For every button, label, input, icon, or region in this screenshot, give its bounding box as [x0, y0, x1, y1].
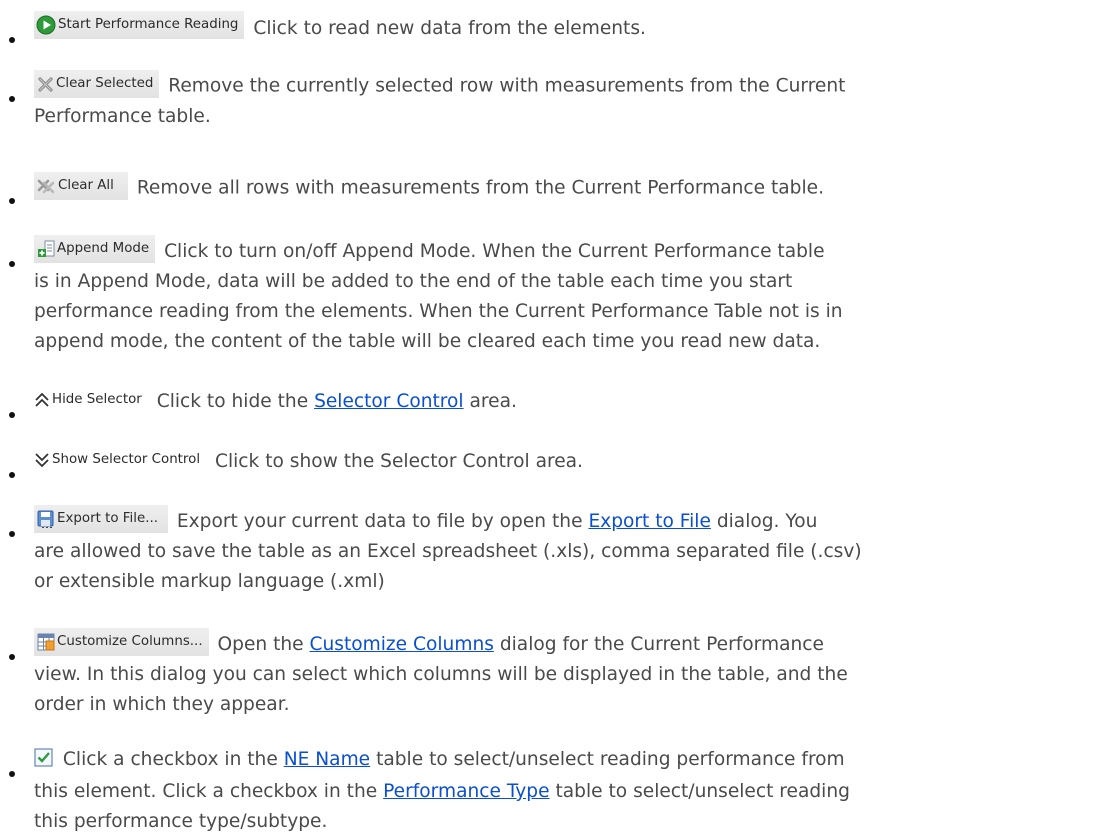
checkbox-checked-icon[interactable]	[34, 747, 53, 777]
item-description: are allowed to save the table as an Exce…	[34, 541, 862, 562]
play-circle-icon	[36, 15, 56, 35]
performance-type-link[interactable]: Performance Type	[383, 781, 549, 802]
export-to-file-link[interactable]: Export to File	[588, 511, 710, 532]
item-description: Click to read new data from the elements…	[253, 18, 646, 39]
button-label: Show Selector Control	[52, 452, 201, 467]
item-description-line: this element. Click a checkbox in the Pe…	[0, 777, 1054, 807]
item-description: Click to hide the	[156, 391, 309, 412]
item-description: is in Append Mode, data will be added to…	[34, 271, 793, 292]
append-mode-icon	[38, 240, 55, 257]
bullet	[9, 198, 15, 204]
chevron-double-up-icon	[35, 392, 49, 407]
hide-selector-button[interactable]: Hide Selector	[34, 386, 148, 414]
table-columns-icon	[37, 633, 55, 651]
clear-all-icon	[37, 179, 55, 193]
chevron-double-down-icon	[35, 453, 49, 468]
start-performance-reading-button[interactable]: Start Performance Reading	[34, 11, 245, 39]
item-description: or extensible markup language (.xml)	[34, 571, 385, 592]
button-label: Customize Columns...	[57, 634, 203, 649]
bullet	[9, 37, 15, 43]
item-description: view. In this dialog you can select whic…	[34, 664, 848, 685]
item-description: dialog. You	[716, 511, 818, 532]
save-disk-icon	[37, 510, 54, 528]
item-description: Export your current data to file by open…	[176, 511, 583, 532]
button-label: Hide Selector	[52, 392, 142, 407]
bullet	[9, 472, 15, 478]
button-label: Clear Selected	[56, 76, 154, 91]
button-label: Export to File...	[57, 511, 158, 526]
item-description: table to select/unselect reading	[555, 781, 850, 802]
item-description: area.	[469, 391, 517, 412]
clear-x-icon	[38, 76, 53, 92]
button-label: Start Performance Reading	[58, 17, 239, 32]
item-description: Click a checkbox in the	[62, 749, 278, 770]
item-description: Remove the currently selected row with m…	[168, 75, 846, 97]
item-description: order in which they appear.	[34, 694, 290, 715]
button-label: Clear All	[58, 178, 114, 193]
item-description: dialog for the Current Performance	[499, 634, 824, 655]
item-description: Performance table.	[34, 105, 211, 127]
item-description: this performance type/subtype.	[34, 811, 328, 832]
show-selector-control-button[interactable]: Show Selector Control	[34, 446, 206, 474]
append-mode-button[interactable]: Append Mode	[34, 235, 156, 263]
item-description: Remove all rows with measurements from t…	[136, 177, 824, 199]
ne-name-link[interactable]: NE Name	[284, 749, 370, 770]
item-description: append mode, the content of the table wi…	[34, 331, 821, 352]
button-label: Append Mode	[57, 241, 150, 256]
selector-control-link[interactable]: Selector Control	[314, 391, 464, 412]
clear-selected-button[interactable]: Clear Selected	[34, 70, 160, 98]
clear-all-button[interactable]: Clear All	[34, 172, 128, 200]
item-description: table to select/unselect reading perform…	[376, 749, 845, 770]
item-description: performance reading from the elements. W…	[34, 301, 843, 322]
customize-columns-button[interactable]: Customize Columns...	[34, 628, 209, 656]
bullet	[9, 412, 15, 418]
export-to-file-button[interactable]: Export to File...	[34, 505, 168, 533]
item-description: Click to show the Selector Control area.	[214, 451, 583, 472]
customize-columns-link[interactable]: Customize Columns	[310, 634, 494, 655]
item-description: Open the	[217, 634, 304, 655]
item-description: Click to turn on/off Append Mode. When t…	[164, 241, 825, 262]
item-description: this element. Click a checkbox in the	[34, 781, 378, 802]
